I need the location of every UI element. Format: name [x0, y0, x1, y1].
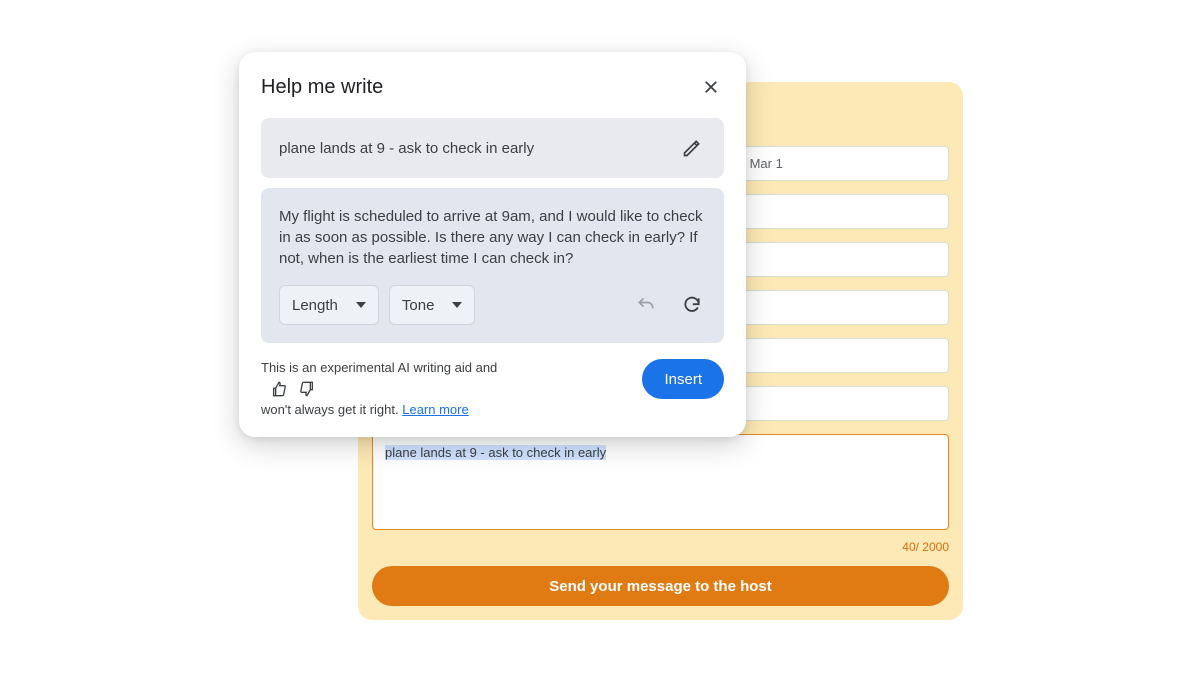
disclaimer: This is an experimental AI writing aid a… [261, 359, 541, 419]
insert-button[interactable]: Insert [642, 359, 724, 399]
thumbs-up-icon [271, 381, 287, 397]
thumbs-up-button[interactable] [267, 377, 291, 401]
popup-title: Help me write [261, 76, 383, 99]
disclaimer-text-a: This is an experimental AI writing aid a… [261, 360, 497, 375]
thumbs-down-button[interactable] [295, 377, 319, 401]
send-message-button[interactable]: Send your message to the host [372, 566, 949, 606]
tone-label: Tone [402, 297, 435, 314]
undo-icon [636, 295, 656, 315]
disclaimer-text-b: won't always get it right. [261, 402, 399, 417]
refresh-icon [682, 295, 702, 315]
result-box: My flight is scheduled to arrive at 9am,… [261, 188, 724, 343]
pencil-icon [682, 138, 702, 158]
result-text: My flight is scheduled to arrive at 9am,… [279, 206, 706, 269]
regenerate-button[interactable] [678, 291, 706, 319]
thumbs-down-icon [299, 381, 315, 397]
chevron-down-icon [356, 302, 366, 308]
insert-label: Insert [664, 371, 702, 388]
close-button[interactable] [698, 74, 724, 100]
textarea-selected-text: plane lands at 9 - ask to check in early [385, 445, 606, 460]
help-me-write-popup: Help me write plane lands at 9 - ask to … [239, 52, 746, 437]
learn-more-link[interactable]: Learn more [402, 402, 468, 417]
length-label: Length [292, 297, 338, 314]
close-icon [702, 78, 720, 96]
char-count: 40/ 2000 [372, 540, 949, 554]
send-message-label: Send your message to the host [549, 578, 772, 595]
prompt-text: plane lands at 9 - ask to check in early [279, 140, 534, 157]
tone-dropdown[interactable]: Tone [389, 285, 476, 325]
edit-prompt-button[interactable] [678, 134, 706, 162]
length-dropdown[interactable]: Length [279, 285, 379, 325]
prompt-box: plane lands at 9 - ask to check in early [261, 118, 724, 178]
chevron-down-icon [452, 302, 462, 308]
message-textarea[interactable]: plane lands at 9 - ask to check in early [372, 434, 949, 530]
undo-button[interactable] [632, 291, 660, 319]
